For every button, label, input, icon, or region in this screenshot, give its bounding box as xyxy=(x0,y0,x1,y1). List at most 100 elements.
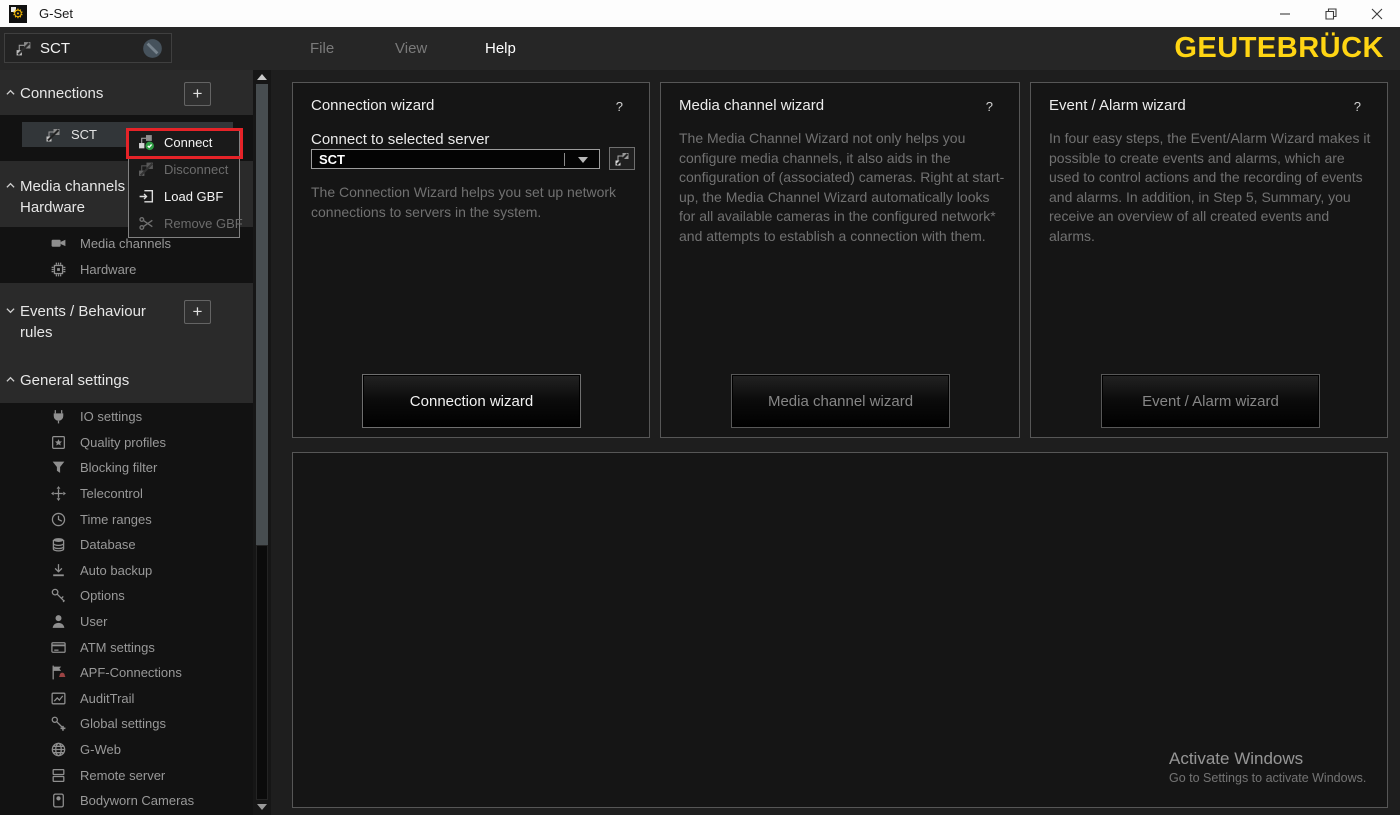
media-channel-wizard-panel: Media channel wizard ? The Media Channel… xyxy=(660,82,1020,438)
context-menu-connect[interactable]: Connect xyxy=(129,129,239,156)
app-icon: ⚙ xyxy=(9,5,27,23)
body-camera-icon xyxy=(50,792,67,809)
network-disconnect-icon xyxy=(138,161,155,178)
sidebar-item-audittrail[interactable]: AuditTrail xyxy=(0,686,253,712)
minimize-button[interactable] xyxy=(1262,0,1308,27)
restore-button[interactable] xyxy=(1308,0,1354,27)
io-connector-icon xyxy=(50,408,67,425)
panel-title: Event / Alarm wizard xyxy=(1049,97,1186,114)
server-stack-icon xyxy=(50,767,67,784)
event-alarm-wizard-button[interactable]: Event / Alarm wizard xyxy=(1101,374,1320,428)
sidebar-item-auto-backup[interactable]: Auto backup xyxy=(0,558,253,584)
move-arrows-icon xyxy=(50,485,67,502)
database-icon xyxy=(50,536,67,553)
context-menu-remove-gbf[interactable]: Remove GBF xyxy=(129,210,239,237)
sidebar-item-user[interactable]: User xyxy=(0,609,253,635)
window-controls xyxy=(1262,0,1400,27)
network-disconnected-icon xyxy=(45,127,61,143)
current-server-label: SCT xyxy=(40,40,70,57)
sidebar-item-time-ranges[interactable]: Time ranges xyxy=(0,506,253,532)
star-box-icon xyxy=(50,434,67,451)
bank-card-icon xyxy=(50,639,67,656)
sidebar-item-remote-server[interactable]: Remote server xyxy=(0,762,253,788)
panel-description: In four easy steps, the Event/Alarm Wiza… xyxy=(1049,129,1375,246)
restore-icon xyxy=(1325,8,1337,20)
sidebar-section-general[interactable]: General settings xyxy=(0,370,225,391)
dropdown-arrow-icon xyxy=(578,157,588,163)
key-icon xyxy=(50,587,67,604)
globe-icon xyxy=(50,741,67,758)
line-chart-icon xyxy=(50,690,67,707)
content-panel: Activate Windows Go to Settings to activ… xyxy=(292,452,1388,808)
media-channel-wizard-button[interactable]: Media channel wizard xyxy=(731,374,950,428)
connection-wizard-button[interactable]: Connection wizard xyxy=(362,374,581,428)
activate-windows-watermark: Activate Windows xyxy=(1169,749,1303,769)
close-button[interactable] xyxy=(1354,0,1400,27)
key-plus-icon xyxy=(50,715,67,732)
chevron-down-icon xyxy=(0,301,20,343)
scissors-icon xyxy=(138,215,155,232)
scroll-down-button[interactable] xyxy=(253,800,271,813)
help-button[interactable]: ? xyxy=(1354,99,1361,114)
clock-icon xyxy=(50,511,67,528)
add-connection-button[interactable]: + xyxy=(184,82,211,106)
scrollbar-thumb[interactable] xyxy=(256,84,268,545)
sidebar-item-database[interactable]: Database xyxy=(0,532,253,558)
context-menu-load-gbf[interactable]: Load GBF xyxy=(129,183,239,210)
title-bar: ⚙ G-Set xyxy=(0,0,1400,27)
sidebar-item-bodyworn-cameras[interactable]: Bodyworn Cameras xyxy=(0,788,253,814)
camera-icon xyxy=(50,235,67,252)
chevron-up-icon xyxy=(0,176,20,218)
current-server-box[interactable]: SCT xyxy=(4,33,172,63)
minimize-icon xyxy=(1279,8,1291,20)
header-bar: SCT File View Help GEUTEBRÜCK xyxy=(0,27,1400,70)
window-title: G-Set xyxy=(39,6,73,21)
sidebar-item-apf-connections[interactable]: APF-Connections xyxy=(0,660,253,686)
scrollbar-track[interactable] xyxy=(256,545,268,800)
sidebar-item-atm-settings[interactable]: ATM settings xyxy=(0,634,253,660)
menu-view[interactable]: View xyxy=(395,27,427,70)
activate-windows-subtext: Go to Settings to activate Windows. xyxy=(1169,771,1366,785)
menu-help[interactable]: Help xyxy=(485,27,516,70)
sidebar-item-telecontrol[interactable]: Telecontrol xyxy=(0,481,253,507)
chevron-up-icon xyxy=(0,370,20,391)
network-disconnected-icon xyxy=(15,40,32,57)
panel-description: The Connection Wizard helps you set up n… xyxy=(311,183,629,222)
sidebar-item-options[interactable]: Options xyxy=(0,583,253,609)
sidebar-item-g-web[interactable]: G-Web xyxy=(0,737,253,763)
sidebar-item-quality-profiles[interactable]: Quality profiles xyxy=(0,430,253,456)
flag-alarm-icon xyxy=(50,664,67,681)
help-button[interactable]: ? xyxy=(986,99,993,114)
sidebar-item-io-settings[interactable]: IO settings xyxy=(0,404,253,430)
geutebrueck-logo: GEUTEBRÜCK xyxy=(1174,27,1384,70)
menu-file[interactable]: File xyxy=(310,27,334,70)
triangle-up-icon xyxy=(257,74,267,80)
server-select-label: Connect to selected server xyxy=(311,131,489,148)
sidebar-item-blocking-filter[interactable]: Blocking filter xyxy=(0,455,253,481)
panel-title: Media channel wizard xyxy=(679,97,824,114)
connection-wizard-panel: Connection wizard ? Connect to selected … xyxy=(292,82,650,438)
sidebar-scrollbar xyxy=(253,70,271,815)
general-settings-list: IO settings Quality profiles Blocking fi… xyxy=(0,403,253,815)
add-event-button[interactable]: + xyxy=(184,300,211,324)
panel-title: Connection wizard xyxy=(311,97,434,114)
sidebar-item-global-settings[interactable]: Global settings xyxy=(0,711,253,737)
context-menu-disconnect[interactable]: Disconnect xyxy=(129,156,239,183)
download-arrow-icon xyxy=(50,562,67,579)
chevron-up-icon xyxy=(0,83,20,104)
network-disconnected-icon xyxy=(614,151,630,167)
funnel-icon xyxy=(50,459,67,476)
connect-server-button[interactable] xyxy=(609,147,635,170)
circle-slash-icon xyxy=(142,38,163,59)
server-select-dropdown[interactable]: SCT xyxy=(311,149,600,169)
help-button[interactable]: ? xyxy=(616,99,623,114)
sidebar-item-hardware[interactable]: Hardware xyxy=(0,256,253,282)
triangle-down-icon xyxy=(257,804,267,810)
server-select-value: SCT xyxy=(319,152,345,167)
connection-context-menu: Connect Disconnect Load GBF Remo xyxy=(128,128,240,238)
event-alarm-wizard-panel: Event / Alarm wizard ? In four easy step… xyxy=(1030,82,1388,438)
chip-icon xyxy=(50,261,67,278)
dropdown-separator xyxy=(564,153,565,166)
scroll-up-button[interactable] xyxy=(253,70,271,84)
user-icon xyxy=(50,613,67,630)
